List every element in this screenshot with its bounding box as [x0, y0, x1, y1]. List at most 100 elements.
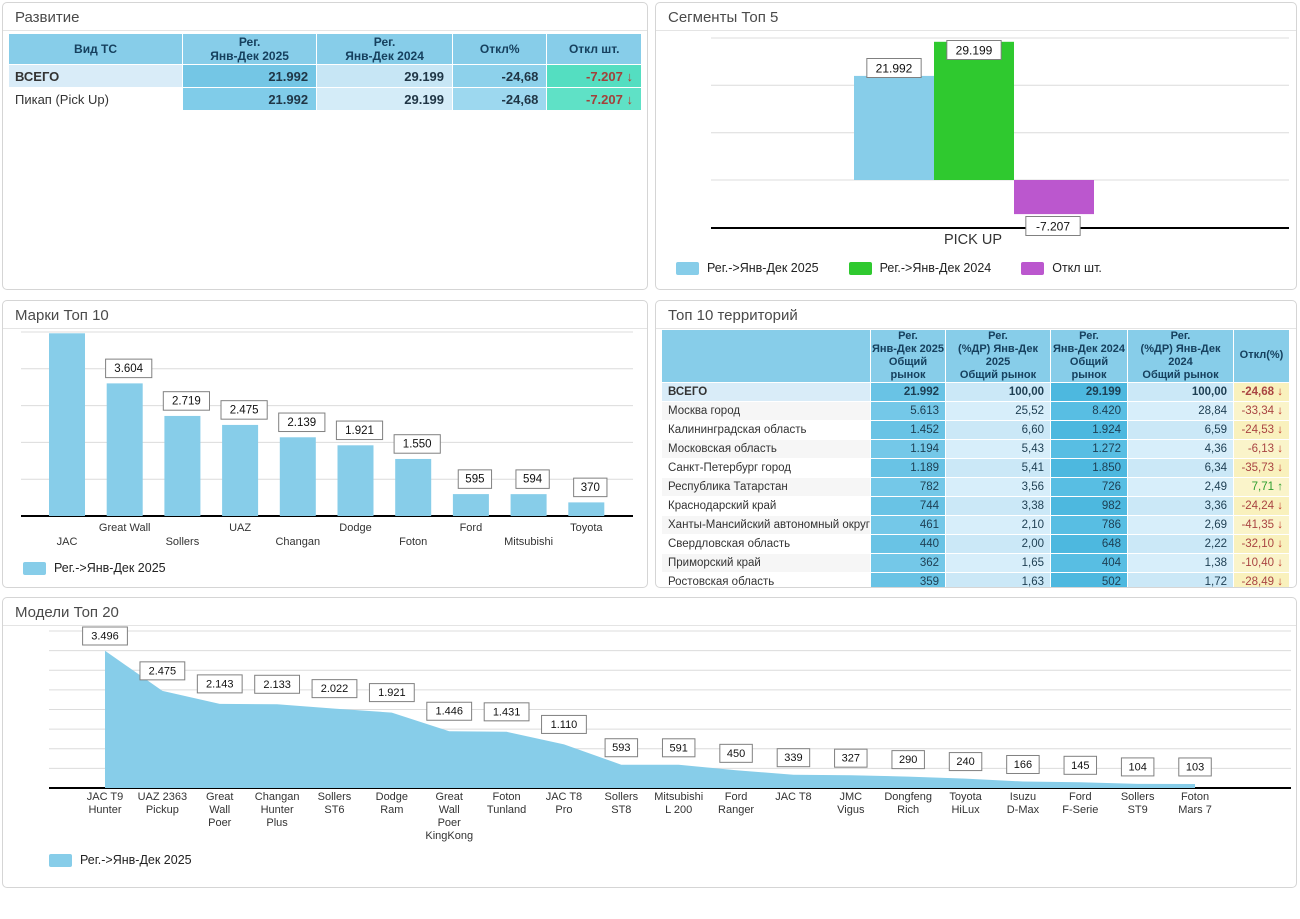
- data-label: 290: [892, 751, 924, 769]
- panel-title-segments: Сегменты Топ 5: [656, 3, 1296, 31]
- data-label: -7.207: [1026, 217, 1080, 236]
- bar-JAC[interactable]: [49, 333, 85, 516]
- category-label: Foton: [399, 536, 427, 548]
- bar-Toyota[interactable]: [568, 502, 604, 516]
- table-row[interactable]: Пикап (Pick Up)21.99229.199-24,68-7.207 …: [9, 88, 641, 110]
- svg-text:593: 593: [612, 742, 630, 754]
- svg-text:2.475: 2.475: [230, 404, 259, 416]
- bar-Great Wall[interactable]: [107, 383, 143, 516]
- table-cell: 1,63: [946, 573, 1050, 588]
- table-cell: 25,52: [946, 402, 1050, 420]
- table-cell: 6,59: [1128, 421, 1233, 439]
- deviation-cell: -7.207 ↓: [547, 88, 641, 110]
- table-cell: 6,34: [1128, 459, 1233, 477]
- table-row[interactable]: Краснодарский край7443,389823,36-24,24 ↓: [662, 497, 1289, 515]
- svg-text:2.719: 2.719: [172, 395, 201, 407]
- table-cell: 982: [1051, 497, 1127, 515]
- table-cell: 782: [871, 478, 945, 496]
- column-header[interactable]: Рег. Янв-Дек 2024 Общий рынок: [1051, 330, 1127, 382]
- column-header[interactable]: Рег. Янв-Дек 2025 Общий рынок: [871, 330, 945, 382]
- table-cell: 440: [871, 535, 945, 553]
- legend-label: Откл шт.: [1052, 261, 1102, 275]
- category-label: FordF-Serie: [1062, 791, 1098, 816]
- table-cell: 2,69: [1128, 516, 1233, 534]
- category-label: DodgeRam: [376, 791, 408, 816]
- bar-Откл шт.[interactable]: [1014, 180, 1094, 214]
- bar-Dodge[interactable]: [338, 445, 374, 516]
- table-row[interactable]: Свердловская область4402,006482,22-32,10…: [662, 535, 1289, 553]
- down-arrow-icon: ↓: [623, 92, 633, 107]
- panel-brands: Марки Топ 10 4.965JAC3.604Great Wall2.71…: [2, 300, 648, 588]
- panel-territory: Топ 10 территорий Рег. Янв-Дек 2025 Общи…: [655, 300, 1297, 588]
- legend-item[interactable]: Рег.->Янв-Дек 2025: [23, 561, 166, 575]
- table-cell: ВСЕГО: [9, 65, 182, 87]
- table-row[interactable]: Москва город5.61325,528.42028,84-33,34 ↓: [662, 402, 1289, 420]
- models-chart: 3.496JAC T9Hunter2.475UAZ 2363Pickup2.14…: [3, 626, 1296, 866]
- bar-Ford[interactable]: [453, 494, 489, 516]
- column-header[interactable]: Откл(%): [1234, 330, 1289, 382]
- table-cell: 29.199: [1051, 383, 1127, 401]
- segments-legend: Рег.->Янв-Дек 2025 Рег.->Янв-Дек 2024 Откл…: [676, 259, 1102, 277]
- table-cell: 1.194: [871, 440, 945, 458]
- column-header[interactable]: Рег. (%ДР) Янв-Дек 2024 Общий рынок: [1128, 330, 1233, 382]
- bar-Рег.->Янв-Дек 2024[interactable]: [934, 42, 1014, 180]
- svg-text:3.496: 3.496: [91, 631, 119, 643]
- panel-razvitie: Развитие Вид ТСРег. Янв-Дек 2025Рег. Янв…: [2, 2, 648, 290]
- bar-UAZ[interactable]: [222, 425, 258, 516]
- brands-legend: Рег.->Янв-Дек 2025: [23, 559, 166, 577]
- table-cell: 2,49: [1128, 478, 1233, 496]
- data-label: 327: [835, 749, 867, 767]
- legend-item[interactable]: Рег.->Янв-Дек 2024: [849, 261, 992, 275]
- territory-label: Приморский край: [662, 554, 870, 572]
- bar-Mitsubishi[interactable]: [511, 494, 547, 516]
- table-row[interactable]: Санкт-Петербург город1.1895,411.8506,34-…: [662, 459, 1289, 477]
- table-row[interactable]: Республика Татарстан7823,567262,497,71 ↑: [662, 478, 1289, 496]
- data-label: 1.446: [427, 702, 472, 720]
- table-row[interactable]: Калининградская область1.4526,601.9246,5…: [662, 421, 1289, 439]
- table-cell: 21.992: [183, 88, 316, 110]
- bar-Sollers[interactable]: [164, 416, 200, 516]
- svg-text:1.921: 1.921: [345, 425, 374, 437]
- deviation-cell: -6,13 ↓: [1234, 440, 1289, 458]
- razvitie-table: Вид ТСРег. Янв-Дек 2025Рег. Янв-Дек 2024…: [8, 33, 642, 111]
- category-label: JAC T8: [775, 791, 811, 803]
- bar-Changan[interactable]: [280, 437, 316, 516]
- legend-item[interactable]: Рег.->Янв-Дек 2025: [676, 261, 819, 275]
- column-header[interactable]: Рег. Янв-Дек 2025: [183, 34, 316, 64]
- legend-item[interactable]: Рег.->Янв-Дек 2025: [49, 853, 192, 867]
- table-row[interactable]: Приморский край3621,654041,38-10,40 ↓: [662, 554, 1289, 572]
- svg-text:591: 591: [670, 742, 688, 754]
- data-label: 1.921: [336, 421, 382, 440]
- dashboard: Развитие Вид ТСРег. Янв-Дек 2025Рег. Янв…: [0, 0, 1300, 919]
- svg-text:2.022: 2.022: [321, 683, 349, 695]
- table-row[interactable]: ВСЕГО21.99229.199-24,68-7.207 ↓: [9, 65, 641, 87]
- bar-Рег.->Янв-Дек 2025[interactable]: [854, 76, 934, 180]
- svg-text:29.199: 29.199: [956, 44, 993, 58]
- up-arrow-icon: ↑: [1274, 481, 1283, 493]
- table-cell: 2,22: [1128, 535, 1233, 553]
- table-row[interactable]: Московская область1.1945,431.2724,36-6,1…: [662, 440, 1289, 458]
- svg-text:3.604: 3.604: [114, 363, 143, 375]
- column-header[interactable]: [662, 330, 870, 382]
- bar-Foton[interactable]: [395, 459, 431, 516]
- column-header[interactable]: Откл%: [453, 34, 546, 64]
- category-label: SollersST6: [318, 791, 352, 816]
- down-arrow-icon: ↓: [1274, 386, 1283, 398]
- table-cell: 5.613: [871, 402, 945, 420]
- panel-title-territory: Топ 10 территорий: [656, 301, 1296, 329]
- table-row[interactable]: Ханты-Мансийский автономный округ4612,10…: [662, 516, 1289, 534]
- svg-text:145: 145: [1071, 760, 1089, 772]
- column-header[interactable]: Откл шт.: [547, 34, 641, 64]
- legend-item[interactable]: Откл шт.: [1021, 261, 1102, 275]
- table-row[interactable]: Ростовская область3591,635021,72-28,49 ↓: [662, 573, 1289, 588]
- column-header[interactable]: Рег. (%ДР) Янв-Дек 2025 Общий рынок: [946, 330, 1050, 382]
- territory-label: Свердловская область: [662, 535, 870, 553]
- table-row[interactable]: ВСЕГО21.992100,0029.199100,00-24,68 ↓: [662, 383, 1289, 401]
- category-label: PICK UP: [944, 232, 1002, 248]
- column-header[interactable]: Вид ТС: [9, 34, 182, 64]
- data-label: 339: [777, 749, 809, 767]
- column-header[interactable]: Рег. Янв-Дек 2024: [317, 34, 452, 64]
- svg-text:21.992: 21.992: [876, 62, 913, 76]
- legend-label: Рег.->Янв-Дек 2024: [880, 261, 992, 275]
- data-label: 2.719: [163, 392, 209, 411]
